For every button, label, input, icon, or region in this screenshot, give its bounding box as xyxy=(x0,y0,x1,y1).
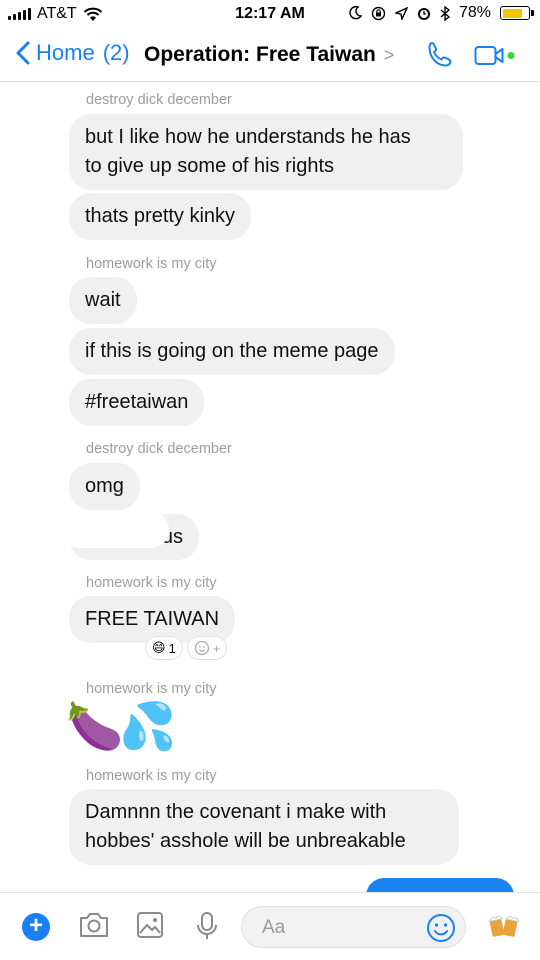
status-bar: AT&T 12:17 AM 78% xyxy=(0,0,540,28)
redaction-blot xyxy=(69,514,169,548)
phone-icon[interactable] xyxy=(425,40,455,70)
message-input[interactable]: Aa xyxy=(241,906,466,948)
sender-name: homework is my city xyxy=(86,256,217,272)
moon-icon xyxy=(349,6,362,20)
camera-icon[interactable] xyxy=(78,911,110,939)
conversation-header: Home (2) Operation: Free Taiwan > xyxy=(0,30,540,82)
location-icon xyxy=(394,6,408,20)
alarm-icon xyxy=(417,8,430,20)
reaction-count-pill[interactable]: 😄 1 xyxy=(145,636,183,660)
microphone-icon[interactable] xyxy=(195,911,219,941)
message-bubble[interactable]: if this is going on the meme page xyxy=(69,328,395,375)
message-bubble[interactable]: but I like how he understands he has to … xyxy=(69,114,463,190)
back-label: Home xyxy=(36,40,95,65)
add-reaction-plus: + xyxy=(212,640,221,656)
reaction-count: 1 xyxy=(168,640,176,656)
gallery-icon[interactable] xyxy=(136,911,164,939)
message-bubble[interactable]: thats pretty kinky xyxy=(69,193,252,240)
message-bubble[interactable]: Damnnn the covenant i make with hobbes' … xyxy=(69,789,459,865)
add-reaction-button[interactable]: + xyxy=(186,636,228,660)
conversation-title: Operation: Free Taiwan xyxy=(144,43,376,66)
bluetooth-icon xyxy=(440,5,450,21)
beer-icon[interactable] xyxy=(488,911,520,941)
message-bubble[interactable]: #freetaiwan xyxy=(69,379,205,426)
plus-icon[interactable]: + xyxy=(22,913,50,941)
message-bubble[interactable]: us xyxy=(69,514,199,560)
smiley-icon[interactable] xyxy=(425,912,457,944)
message-input-placeholder: Aa xyxy=(262,917,286,938)
message-bubble[interactable]: wait xyxy=(69,277,137,324)
sender-name: homework is my city xyxy=(86,575,217,591)
video-icon[interactable] xyxy=(474,44,522,68)
title-chevron-icon: > xyxy=(383,44,395,65)
message-bubble[interactable]: omg xyxy=(69,463,140,510)
laughing-emoji-icon: 😄 xyxy=(152,640,166,655)
battery-icon xyxy=(500,6,534,20)
unread-count: (2) xyxy=(102,40,130,65)
conversation-title-button[interactable]: Operation: Free Taiwan > xyxy=(144,43,394,67)
rotation-lock-icon xyxy=(371,6,386,20)
back-button[interactable]: Home (2) xyxy=(16,40,130,66)
smiley-outline-icon xyxy=(194,640,209,656)
battery-percent: 78% xyxy=(458,4,491,21)
composer-bar: + Aa xyxy=(0,892,540,960)
emoji-message[interactable]: 🍆💦 xyxy=(66,696,177,756)
sender-name: destroy dick december xyxy=(86,441,232,457)
status-right: 78% xyxy=(349,4,534,22)
sender-name: homework is my city xyxy=(86,681,217,697)
sender-name: homework is my city xyxy=(86,768,217,784)
sender-name: destroy dick december xyxy=(86,92,232,108)
back-chevron-icon xyxy=(16,41,30,65)
reaction-row: 😄 1 + xyxy=(145,636,228,660)
